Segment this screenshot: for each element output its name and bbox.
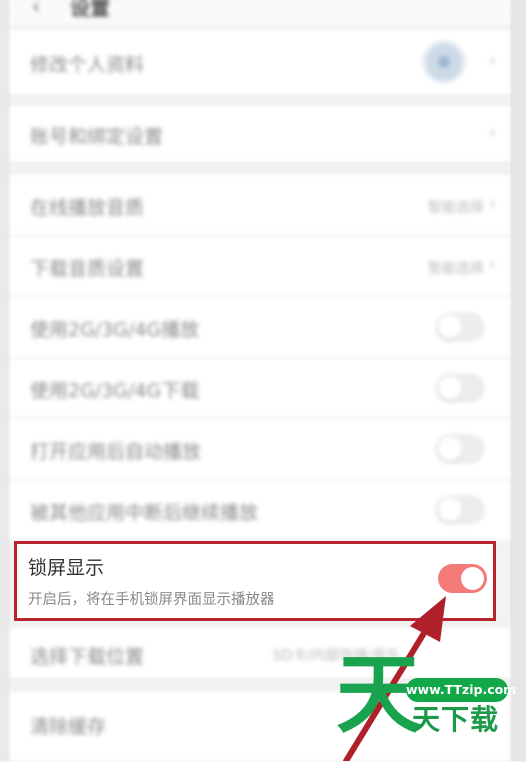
toggle-knob [461,567,484,590]
toggle-switch[interactable] [436,374,484,402]
toggle-knob [438,437,462,461]
row-label: 账号和绑定设置 [30,126,164,148]
toggle-switch[interactable] [436,496,484,524]
row-label: 清除缓存 [30,716,107,738]
settings-row-lock-screen-display: 锁屏显示 开启后，将在手机锁屏界面显示播放器 [14,541,496,620]
settings-row-download-quality[interactable]: 下载音质设置 智能选择 › [10,236,510,297]
row-label: 下载音质设置 [30,258,145,280]
row-label: 修改个人资料 [30,54,145,76]
row-label: 被其他应用中断后继续播放 [30,502,259,524]
row-label: 使用2G/3G/4G下载 [30,380,200,402]
settings-row-mobile-play: 使用2G/3G/4G播放 [10,297,510,358]
page-title: 设置 [70,0,110,20]
avatar [422,40,466,84]
top-bar: ‹ 设置 [10,0,510,24]
settings-row-mobile-download: 使用2G/3G/4G下载 [10,358,510,419]
watermark-text: 天下载 [412,703,500,736]
chevron-right-icon: › [488,122,496,143]
row-value: 智能选择 [428,261,484,277]
settings-row-autoplay: 打开应用后自动播放 [10,419,510,480]
screen-edge-left [0,0,10,761]
row-label: 选择下载位置 [30,646,145,668]
toggle-knob [438,498,462,522]
toggle-switch[interactable] [436,435,484,463]
lock-screen-toggle[interactable] [438,564,487,593]
settings-row-edit-profile[interactable]: 修改个人资料 › [10,30,510,95]
lock-screen-description: 开启后，将在手机锁屏界面显示播放器 [28,592,275,608]
row-label: 使用2G/3G/4G播放 [30,319,200,341]
chevron-right-icon: › [488,193,496,214]
chevron-right-icon: › [488,50,496,71]
lock-screen-title: 锁屏显示 [28,557,105,579]
settings-row-account-binding[interactable]: 账号和绑定设置 › [10,106,510,163]
chevron-left-icon[interactable]: ‹ [32,0,40,18]
toggle-switch[interactable] [436,313,484,341]
screen-edge-right [510,0,526,761]
chevron-right-icon: › [488,254,496,275]
settings-row-online-quality[interactable]: 在线播放音质 智能选择 › [10,175,510,236]
row-value: 智能选择 [428,200,484,216]
settings-row-download-location[interactable]: 选择下载位置 SD卡/内部存储/音乐 [10,628,510,679]
toggle-knob [438,376,462,400]
toggle-knob [438,315,462,339]
section-divider [10,162,510,176]
settings-row-resume-after-interrupt: 被其他应用中断后继续播放 [10,480,510,541]
settings-screen: ‹ 设置 修改个人资料 › 账号和绑定设置 › 在线播放音质 智能选择 › 下载… [0,0,526,762]
row-label: 打开应用后自动播放 [30,441,202,463]
row-label: 在线播放音质 [30,197,145,219]
watermark-badge: www.TTzip.com [406,678,516,702]
